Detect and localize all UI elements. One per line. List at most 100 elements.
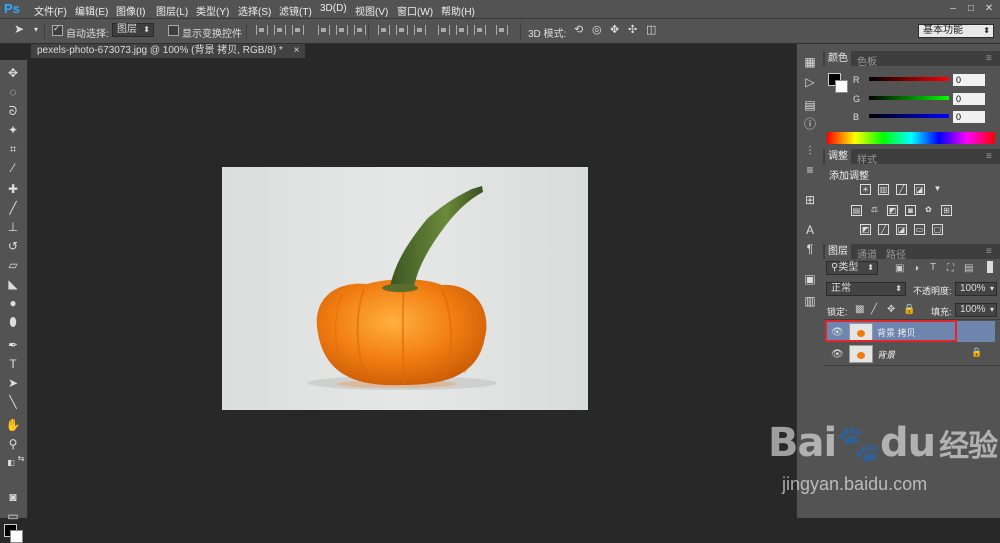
blur-tool-icon[interactable]: ● <box>4 294 22 312</box>
lock-transparent-icon[interactable]: ▩ <box>855 304 864 315</box>
blue-slider[interactable] <box>869 114 949 118</box>
move-tool-icon[interactable]: ➤ <box>14 22 24 36</box>
minimize-icon[interactable]: – <box>946 2 960 15</box>
fill-input[interactable]: 100% ▾ <box>955 303 997 317</box>
align-left-icon[interactable] <box>318 25 330 35</box>
lock-position-icon[interactable]: ✥ <box>887 304 895 315</box>
menu-image[interactable]: 图像(I) <box>116 3 145 18</box>
lasso-tool-icon[interactable]: ᘐ <box>4 102 22 120</box>
quick-mask-icon[interactable]: ◙ <box>4 488 22 506</box>
clone-source-icon[interactable]: ⊞ <box>802 192 818 208</box>
distribute-bottom-icon[interactable] <box>414 25 426 35</box>
filter-pixel-icon[interactable]: ▣ <box>895 263 904 274</box>
align-vcenter-icon[interactable] <box>274 25 286 35</box>
menu-3d[interactable]: 3D(D) <box>320 3 347 14</box>
3d-slide-icon[interactable]: ✣ <box>628 23 637 36</box>
panel-menu-icon[interactable]: ≡ <box>986 151 992 162</box>
color-bg-swatch[interactable] <box>835 80 848 93</box>
close-icon[interactable]: ✕ <box>982 2 996 15</box>
pen-tool-icon[interactable]: ✒ <box>4 336 22 354</box>
filter-adjust-icon[interactable]: ◑ <box>913 263 919 274</box>
color-lookup-icon[interactable]: ⊞ <box>941 205 952 216</box>
healing-brush-tool-icon[interactable]: ✚ <box>4 180 22 198</box>
tab-color[interactable]: 颜色 <box>825 51 851 66</box>
tab-channels[interactable]: 通道 <box>857 246 877 261</box>
panel-menu-icon[interactable]: ≡ <box>986 246 992 257</box>
gradient-map-icon[interactable]: ▭ <box>914 224 925 235</box>
layer-comps-icon[interactable]: ▣ <box>802 271 818 287</box>
crop-tool-icon[interactable]: ⌗ <box>4 140 22 158</box>
curves-icon[interactable]: ╱ <box>896 184 907 195</box>
levels-icon[interactable]: ▥ <box>878 184 889 195</box>
distribute-left-icon[interactable] <box>438 25 450 35</box>
opacity-input[interactable]: 100% ▾ <box>955 282 997 296</box>
menu-view[interactable]: 视图(V) <box>355 3 388 18</box>
3d-rotate-icon[interactable]: ⟲ <box>574 23 583 36</box>
3d-scale-icon[interactable]: ◫ <box>646 23 656 36</box>
filter-toggle[interactable] <box>987 261 993 273</box>
layer-row-background[interactable]: 👁 背景 🔒 <box>825 343 995 364</box>
black-white-icon[interactable]: ◩ <box>887 205 898 216</box>
path-select-tool-icon[interactable]: ➤ <box>4 374 22 392</box>
posterize-icon[interactable]: ╱ <box>878 224 889 235</box>
green-slider[interactable] <box>869 96 949 100</box>
red-value-input[interactable]: 0 <box>953 74 985 86</box>
filter-type-icon[interactable]: T <box>930 262 936 273</box>
workspace-dropdown[interactable]: 基本功能 ⬍ <box>918 24 994 38</box>
tab-layers[interactable]: 图层 <box>825 244 851 259</box>
channel-mixer-icon[interactable]: ✿ <box>923 205 934 216</box>
maximize-icon[interactable]: □ <box>964 2 978 15</box>
history-brush-tool-icon[interactable]: ↺ <box>4 237 22 255</box>
menu-window[interactable]: 窗口(W) <box>397 3 433 18</box>
exposure-icon[interactable]: ◪ <box>914 184 925 195</box>
threshold-icon[interactable]: ◪ <box>896 224 907 235</box>
dodge-tool-icon[interactable]: ⬮ <box>4 313 22 331</box>
menu-type[interactable]: 类型(Y) <box>196 3 229 18</box>
brightness-icon[interactable]: ☀ <box>860 184 871 195</box>
menu-select[interactable]: 选择(S) <box>238 3 271 18</box>
lock-pixels-icon[interactable]: ╱ <box>871 304 877 315</box>
color-spectrum-bar[interactable] <box>827 132 995 144</box>
align-top-icon[interactable] <box>256 25 268 35</box>
marquee-tool-icon[interactable]: ◌ <box>4 83 22 101</box>
lock-all-icon[interactable]: 🔒 <box>903 304 915 315</box>
close-tab-icon[interactable]: × <box>294 45 300 56</box>
brush-tool-icon[interactable]: ╱ <box>4 199 22 217</box>
eraser-tool-icon[interactable]: ▱ <box>4 256 22 274</box>
clone-stamp-tool-icon[interactable]: ⊥ <box>4 218 22 236</box>
distribute-hcenter-icon[interactable] <box>456 25 468 35</box>
brush-panel-icon[interactable]: ≡ <box>802 162 818 178</box>
tab-styles[interactable]: 样式 <box>857 151 877 166</box>
properties-icon[interactable]: ▤ <box>802 97 818 113</box>
auto-align-icon[interactable] <box>496 25 508 35</box>
info-icon[interactable]: ⓘ <box>802 116 818 132</box>
distribute-right-icon[interactable] <box>474 25 486 35</box>
tab-swatches[interactable]: 色板 <box>857 53 877 68</box>
blend-mode-dropdown[interactable]: 正常 ⬍ <box>826 282 906 296</box>
tool-preset-chevron-icon[interactable]: ▾ <box>34 25 38 34</box>
move-tool-icon[interactable]: ✥ <box>4 64 22 82</box>
type-tool-icon[interactable]: T <box>4 355 22 373</box>
character-icon[interactable]: A <box>802 222 818 238</box>
paint-bucket-tool-icon[interactable]: ◣ <box>4 275 22 293</box>
red-slider[interactable] <box>869 77 949 81</box>
align-hcenter-icon[interactable] <box>336 25 348 35</box>
align-bottom-icon[interactable] <box>292 25 304 35</box>
background-color-swatch[interactable] <box>10 530 23 543</box>
auto-select-checkbox[interactable]: ✓ <box>52 23 63 36</box>
paragraph-icon[interactable]: ¶ <box>802 241 818 257</box>
3d-roll-icon[interactable]: ◎ <box>592 23 602 36</box>
auto-select-dropdown[interactable]: 图层 ⬍ <box>112 23 154 37</box>
invert-icon[interactable]: ◩ <box>860 224 871 235</box>
screen-mode-icon[interactable]: ▭ <box>4 507 22 525</box>
visibility-eye-icon[interactable]: 👁 <box>831 349 844 360</box>
blue-value-input[interactable]: 0 <box>953 111 985 123</box>
panel-menu-icon[interactable]: ≡ <box>986 53 992 64</box>
notes-icon[interactable]: ▥ <box>802 293 818 309</box>
distribute-vcenter-icon[interactable] <box>396 25 408 35</box>
line-tool-icon[interactable]: ╲ <box>4 393 22 411</box>
menu-file[interactable]: 文件(F) <box>34 3 67 18</box>
hue-saturation-icon[interactable]: ▤ <box>851 205 862 216</box>
photo-filter-icon[interactable]: ◙ <box>905 205 916 216</box>
brush-presets-icon[interactable]: ⫶ <box>802 143 818 159</box>
